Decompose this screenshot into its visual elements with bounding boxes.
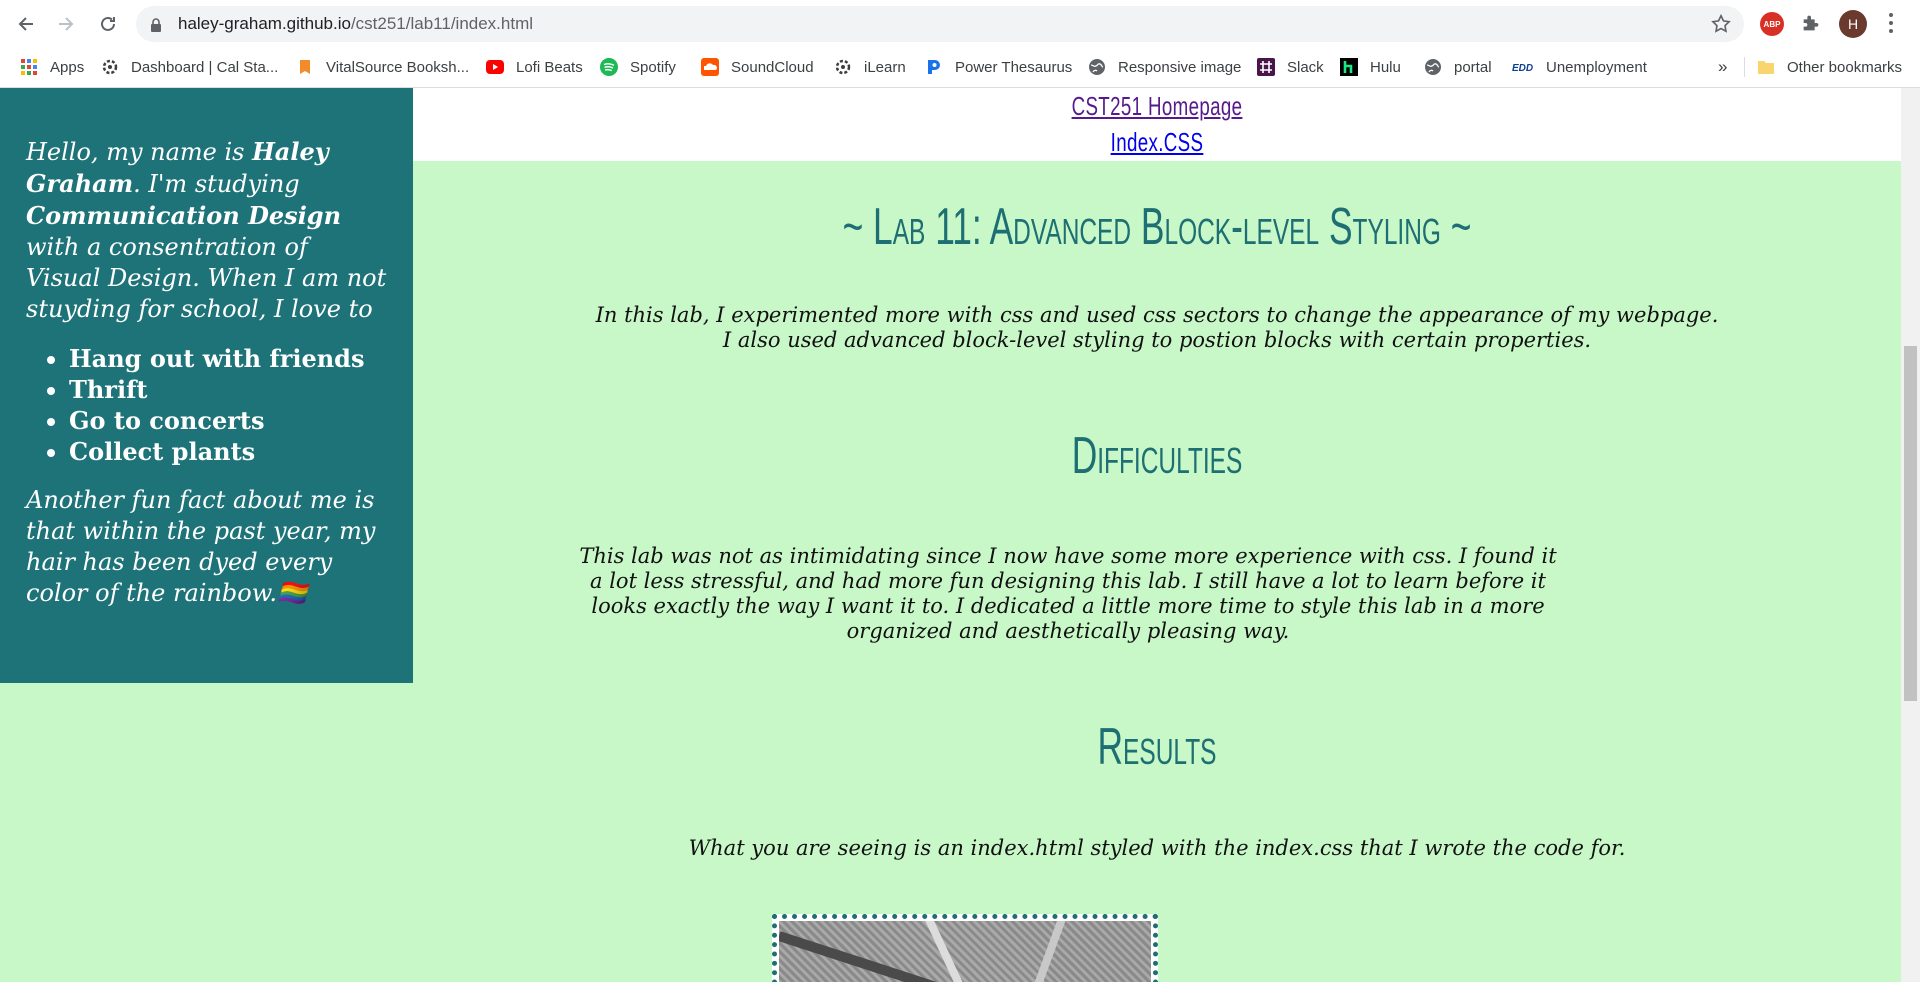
- bookmark-label: portal: [1454, 58, 1492, 76]
- forward-arrow-icon[interactable]: [52, 10, 80, 38]
- globe-icon: [1088, 58, 1106, 76]
- lock-icon: [150, 17, 162, 36]
- photo-image: [779, 921, 1151, 982]
- lab-intro-text: In this lab, I experimented more with cs…: [595, 303, 1719, 352]
- overflow-label: »: [1718, 57, 1728, 76]
- profile-avatar[interactable]: H: [1839, 10, 1867, 38]
- browser-toolbar: haley-graham.github.io/cst251/lab11/inde…: [0, 0, 1920, 47]
- bookmark-label: Other bookmarks: [1787, 58, 1903, 76]
- svg-text:EDD: EDD: [1512, 63, 1533, 73]
- bookmark-apps[interactable]: Apps: [20, 55, 84, 79]
- globe-icon: [1424, 58, 1442, 76]
- gear-icon: [101, 58, 119, 76]
- bookmark-label: Responsive image: [1118, 58, 1242, 76]
- youtube-icon: [486, 58, 504, 76]
- bookmark-label: Lofi Beats: [516, 58, 583, 76]
- bookmark-label: Spotify: [630, 58, 676, 76]
- hobby-list: Hang out with friends Thrift Go to conce…: [26, 343, 387, 467]
- list-item: Hang out with friends: [69, 343, 387, 374]
- bookmark-label: SoundCloud: [731, 58, 814, 76]
- bookmark-vitalsource[interactable]: VitalSource Booksh...: [296, 55, 469, 79]
- vitalsource-icon: [296, 58, 314, 76]
- bookmarks-bar: Apps Dashboard | Cal Sta... VitalSource …: [0, 47, 1920, 88]
- bookmark-label: Apps: [50, 58, 85, 76]
- gear-icon: [834, 58, 852, 76]
- menu-kebab-icon[interactable]: [1888, 12, 1894, 38]
- bookmark-label: Dashboard | Cal Sta...: [131, 58, 279, 76]
- bookmark-hulu[interactable]: Hulu: [1340, 55, 1401, 79]
- results-text: What you are seeing is an index.html sty…: [688, 836, 1626, 860]
- bookmark-slack[interactable]: Slack: [1257, 55, 1324, 79]
- bookmark-power-thesaurus[interactable]: Power Thesaurus: [925, 55, 1072, 79]
- soundcloud-icon: [701, 58, 719, 76]
- back-arrow-icon[interactable]: [12, 10, 40, 38]
- difficulties-text: This lab was not as intimidating since I…: [579, 544, 1557, 643]
- bookmark-dashboard[interactable]: Dashboard | Cal Sta...: [101, 55, 278, 79]
- bookmark-lofi-beats[interactable]: Lofi Beats: [486, 55, 583, 79]
- bookmark-label: VitalSource Booksh...: [326, 58, 470, 76]
- result-photo: [772, 914, 1158, 982]
- extensions-puzzle-icon[interactable]: [1800, 12, 1822, 38]
- url-text[interactable]: haley-graham.github.io/cst251/lab11/inde…: [178, 14, 533, 34]
- bookmark-unemployment[interactable]: EDD Unemployment: [1512, 55, 1647, 79]
- apps-grid-icon: [20, 58, 38, 76]
- slack-icon: [1257, 58, 1275, 76]
- fun-fact: Another fun fact about me is that within…: [26, 486, 376, 607]
- bookmark-label: iLearn: [864, 58, 906, 76]
- address-bar[interactable]: haley-graham.github.io/cst251/lab11/inde…: [136, 6, 1744, 42]
- bookmark-other-bookmarks[interactable]: Other bookmarks: [1757, 55, 1902, 79]
- bookmark-star-icon[interactable]: [1710, 13, 1732, 39]
- lab-title: ~ Lab 11: Advanced Block-level Styling ~: [842, 198, 1472, 256]
- spotify-icon: [600, 58, 618, 76]
- list-item: Go to concerts: [69, 405, 387, 436]
- cst251-homepage-link[interactable]: CST251 Homepage: [621, 88, 1692, 124]
- results-heading: Results: [1097, 718, 1217, 776]
- index-css-link[interactable]: Index.CSS: [621, 124, 1692, 160]
- bookmark-label: Unemployment: [1546, 58, 1647, 76]
- bookmark-label: Power Thesaurus: [955, 58, 1073, 76]
- about-me-intro: Hello, my name is Haley Graham. I'm stud…: [26, 137, 387, 323]
- difficulties-heading: Difficulties: [1071, 427, 1243, 485]
- folder-icon: [1757, 58, 1775, 76]
- bookmark-label: Slack: [1287, 58, 1324, 76]
- hulu-icon: [1340, 58, 1358, 76]
- edd-icon: EDD: [1512, 58, 1534, 76]
- power-thesaurus-icon: [925, 58, 943, 76]
- about-me-sidebar: Hello, my name is Haley Graham. I'm stud…: [0, 88, 413, 683]
- adblock-icon[interactable]: ABP: [1760, 12, 1784, 36]
- top-nav-links: CST251 Homepage Index.CSS: [413, 88, 1901, 160]
- bookmark-portal[interactable]: portal: [1424, 55, 1492, 79]
- page-scrollbar[interactable]: [1901, 88, 1920, 982]
- bookmark-responsive-image[interactable]: Responsive image: [1088, 55, 1241, 79]
- major-name: Communication Design: [26, 201, 342, 230]
- bookmark-soundcloud[interactable]: SoundCloud: [701, 55, 814, 79]
- bookmarks-overflow-chevron[interactable]: »: [1718, 55, 1727, 79]
- page-viewport: CST251 Homepage Index.CSS Hello, my name…: [0, 88, 1901, 982]
- reload-icon[interactable]: [94, 10, 122, 38]
- bookmark-ilearn[interactable]: iLearn: [834, 55, 906, 79]
- bookmark-spotify[interactable]: Spotify: [600, 55, 676, 79]
- list-item: Thrift: [69, 374, 387, 405]
- rainbow-flag-icon: 🏳️‍🌈: [277, 579, 307, 607]
- bookmark-label: Hulu: [1370, 58, 1401, 76]
- scrollbar-thumb[interactable]: [1904, 346, 1917, 701]
- bookmarks-divider: [1744, 57, 1745, 77]
- list-item: Collect plants: [69, 436, 387, 467]
